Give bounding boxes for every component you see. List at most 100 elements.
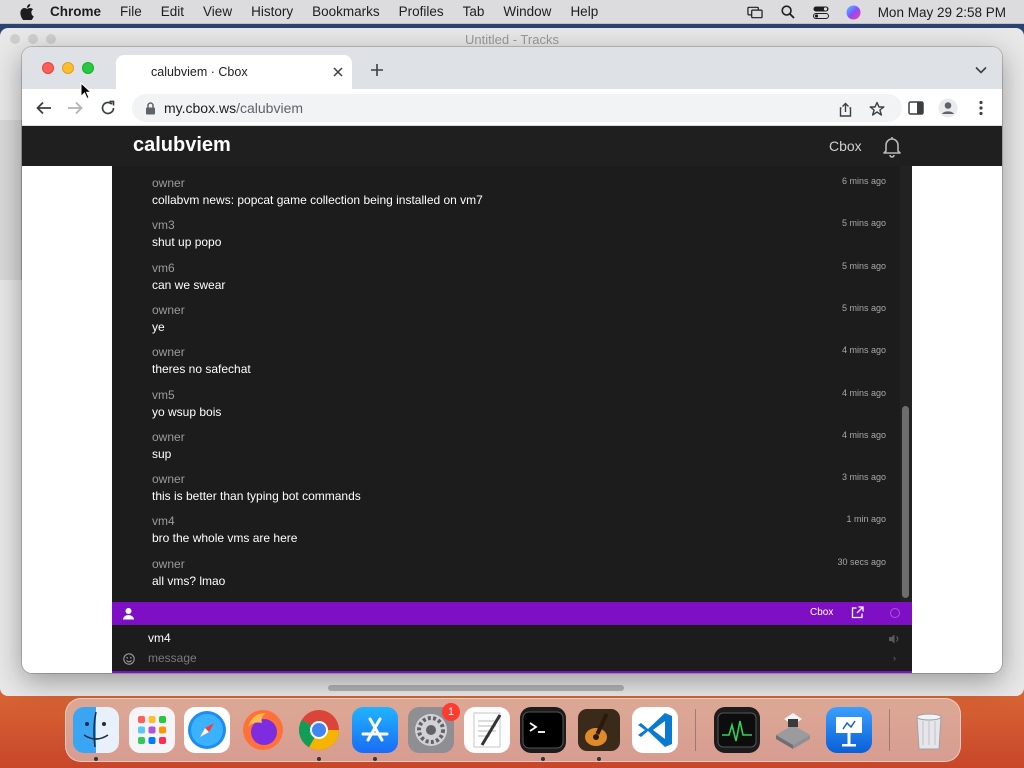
more-menu-icon[interactable] bbox=[971, 98, 991, 118]
safari-icon[interactable] bbox=[184, 707, 230, 753]
chat-message-username[interactable]: vm6 bbox=[152, 261, 175, 275]
cbox-toolbar: Cbox bbox=[112, 602, 912, 625]
background-window-controls bbox=[10, 34, 64, 44]
tab-title: calubviem · Cbox bbox=[151, 65, 248, 79]
app-store-icon[interactable] bbox=[352, 707, 398, 753]
chat-message-timestamp: 5 mins ago bbox=[841, 218, 886, 229]
emoji-smiley-icon[interactable] bbox=[123, 652, 135, 665]
firefox-icon[interactable] bbox=[240, 707, 286, 753]
mouse-cursor-icon bbox=[80, 81, 93, 100]
siri-icon[interactable] bbox=[846, 5, 862, 19]
page-content: calubviem Cbox owner collabvm news: popca… bbox=[22, 126, 1002, 673]
boot-camp-assistant-icon[interactable] bbox=[770, 707, 816, 753]
dock-separator bbox=[695, 709, 696, 751]
new-tab-icon[interactable] bbox=[368, 61, 386, 79]
site-title[interactable]: calubviem bbox=[133, 134, 231, 157]
menu-bar: Chrome File Edit View History Bookmarks … bbox=[0, 0, 1024, 24]
chat-message-timestamp: 3 mins ago bbox=[841, 472, 886, 483]
address-bar[interactable]: my.cbox.ws/calubviem bbox=[132, 94, 902, 122]
menu-app-name[interactable]: Chrome bbox=[50, 4, 101, 19]
notification-bell-icon[interactable] bbox=[880, 134, 904, 158]
finder-icon[interactable] bbox=[73, 707, 119, 753]
profile-avatar-icon[interactable] bbox=[938, 98, 958, 118]
chat-message-text: all vms? lmao bbox=[152, 573, 226, 588]
chat-message: vm5 yo wsup bois 4 mins ago bbox=[112, 388, 900, 430]
vscode-icon[interactable] bbox=[632, 707, 678, 753]
menu-edit[interactable]: Edit bbox=[161, 4, 184, 19]
chat-message: vm6 can we swear 5 mins ago bbox=[112, 261, 900, 303]
browser-window: calubviem · Cbox my.cbox.ws/calubviem ca… bbox=[22, 47, 1002, 673]
chat-message-timestamp: 4 mins ago bbox=[841, 429, 886, 440]
cbox-chat-widget: owner collabvm news: popcat game collecti… bbox=[112, 166, 912, 673]
chat-message-username[interactable]: owner bbox=[152, 303, 185, 317]
chat-message-timestamp: 4 mins ago bbox=[841, 345, 886, 356]
chat-message-username[interactable]: owner bbox=[152, 430, 185, 444]
chat-message-text: bro the whole vms are here bbox=[152, 531, 298, 546]
launchpad-icon[interactable] bbox=[129, 707, 175, 753]
message-list[interactable]: owner collabvm news: popcat game collecti… bbox=[112, 166, 900, 602]
control-center-icon[interactable] bbox=[812, 5, 829, 19]
chrome-icon[interactable] bbox=[296, 707, 342, 753]
menu-tab[interactable]: Tab bbox=[463, 4, 485, 19]
chat-message-username[interactable]: owner bbox=[152, 472, 185, 486]
minimize-window-button[interactable] bbox=[62, 62, 74, 74]
browser-toolbar: my.cbox.ws/calubviem bbox=[22, 89, 1002, 126]
bookmark-star-icon[interactable] bbox=[868, 100, 886, 118]
window-controls bbox=[42, 62, 102, 74]
url-host: my.cbox.ws bbox=[164, 100, 237, 116]
tab-close-icon[interactable] bbox=[330, 64, 346, 80]
message-input[interactable] bbox=[144, 649, 884, 667]
background-window-scrollbar[interactable] bbox=[328, 685, 624, 691]
spotlight-search-icon[interactable] bbox=[780, 5, 796, 19]
zoom-window-button[interactable] bbox=[82, 62, 94, 74]
back-arrow-icon[interactable] bbox=[34, 98, 54, 118]
screen-mirroring-icon[interactable] bbox=[747, 5, 763, 19]
menu-clock[interactable]: Mon May 29 2:58 PM bbox=[878, 5, 1006, 20]
reload-icon[interactable] bbox=[98, 98, 118, 118]
tab-search-chevron-icon[interactable] bbox=[974, 63, 988, 77]
chat-message-username[interactable]: vm3 bbox=[152, 218, 175, 232]
user-icon[interactable] bbox=[122, 607, 135, 620]
site-nav-cbox[interactable]: Cbox bbox=[829, 138, 862, 154]
menu-file[interactable]: File bbox=[120, 4, 142, 19]
chat-message-username[interactable]: vm5 bbox=[152, 388, 175, 402]
finder-running-indicator bbox=[94, 757, 98, 761]
chat-message-username[interactable]: owner bbox=[152, 345, 185, 359]
menu-view[interactable]: View bbox=[203, 4, 232, 19]
side-panel-icon[interactable] bbox=[906, 98, 926, 118]
popout-icon[interactable] bbox=[851, 606, 865, 620]
chat-message-username[interactable]: vm4 bbox=[152, 514, 175, 528]
tab-cbox[interactable]: calubviem · Cbox bbox=[116, 55, 352, 89]
trash-icon[interactable] bbox=[906, 707, 952, 753]
scrollbar-thumb[interactable] bbox=[902, 406, 909, 598]
activity-monitor-icon[interactable] bbox=[714, 707, 760, 753]
sound-toggle-icon[interactable] bbox=[888, 632, 900, 644]
chat-message-text: theres no safechat bbox=[152, 362, 251, 377]
settings-notification-badge: 1 bbox=[442, 703, 460, 721]
menu-profiles[interactable]: Profiles bbox=[399, 4, 444, 19]
compose-username[interactable]: vm4 bbox=[148, 631, 171, 645]
app-store-running-indicator bbox=[373, 757, 377, 761]
chat-message-username[interactable]: owner bbox=[152, 557, 185, 571]
menu-help[interactable]: Help bbox=[570, 4, 598, 19]
menu-history[interactable]: History bbox=[251, 4, 293, 19]
share-icon[interactable] bbox=[836, 100, 854, 118]
textedit-icon[interactable] bbox=[464, 707, 510, 753]
chat-message-text: yo wsup bois bbox=[152, 404, 222, 419]
menu-window[interactable]: Window bbox=[503, 4, 551, 19]
chat-message: owner collabvm news: popcat game collecti… bbox=[112, 176, 900, 218]
close-window-button[interactable] bbox=[42, 62, 54, 74]
lock-icon[interactable] bbox=[143, 101, 157, 115]
menu-bookmarks[interactable]: Bookmarks bbox=[312, 4, 380, 19]
chat-message: owner this is better than typing bot comm… bbox=[112, 472, 900, 514]
apple-menu-icon[interactable] bbox=[18, 3, 36, 21]
message-list-scrollbar[interactable] bbox=[900, 166, 912, 602]
garageband-icon[interactable] bbox=[576, 707, 622, 753]
cbox-brand-link[interactable]: Cbox bbox=[810, 607, 833, 618]
forward-arrow-icon[interactable] bbox=[65, 98, 85, 118]
keynote-icon[interactable] bbox=[826, 707, 872, 753]
chat-message-username[interactable]: owner bbox=[152, 176, 185, 190]
terminal-icon[interactable] bbox=[520, 707, 566, 753]
chat-message-timestamp: 30 secs ago bbox=[837, 556, 886, 567]
send-arrow-icon[interactable]: › bbox=[893, 653, 896, 663]
